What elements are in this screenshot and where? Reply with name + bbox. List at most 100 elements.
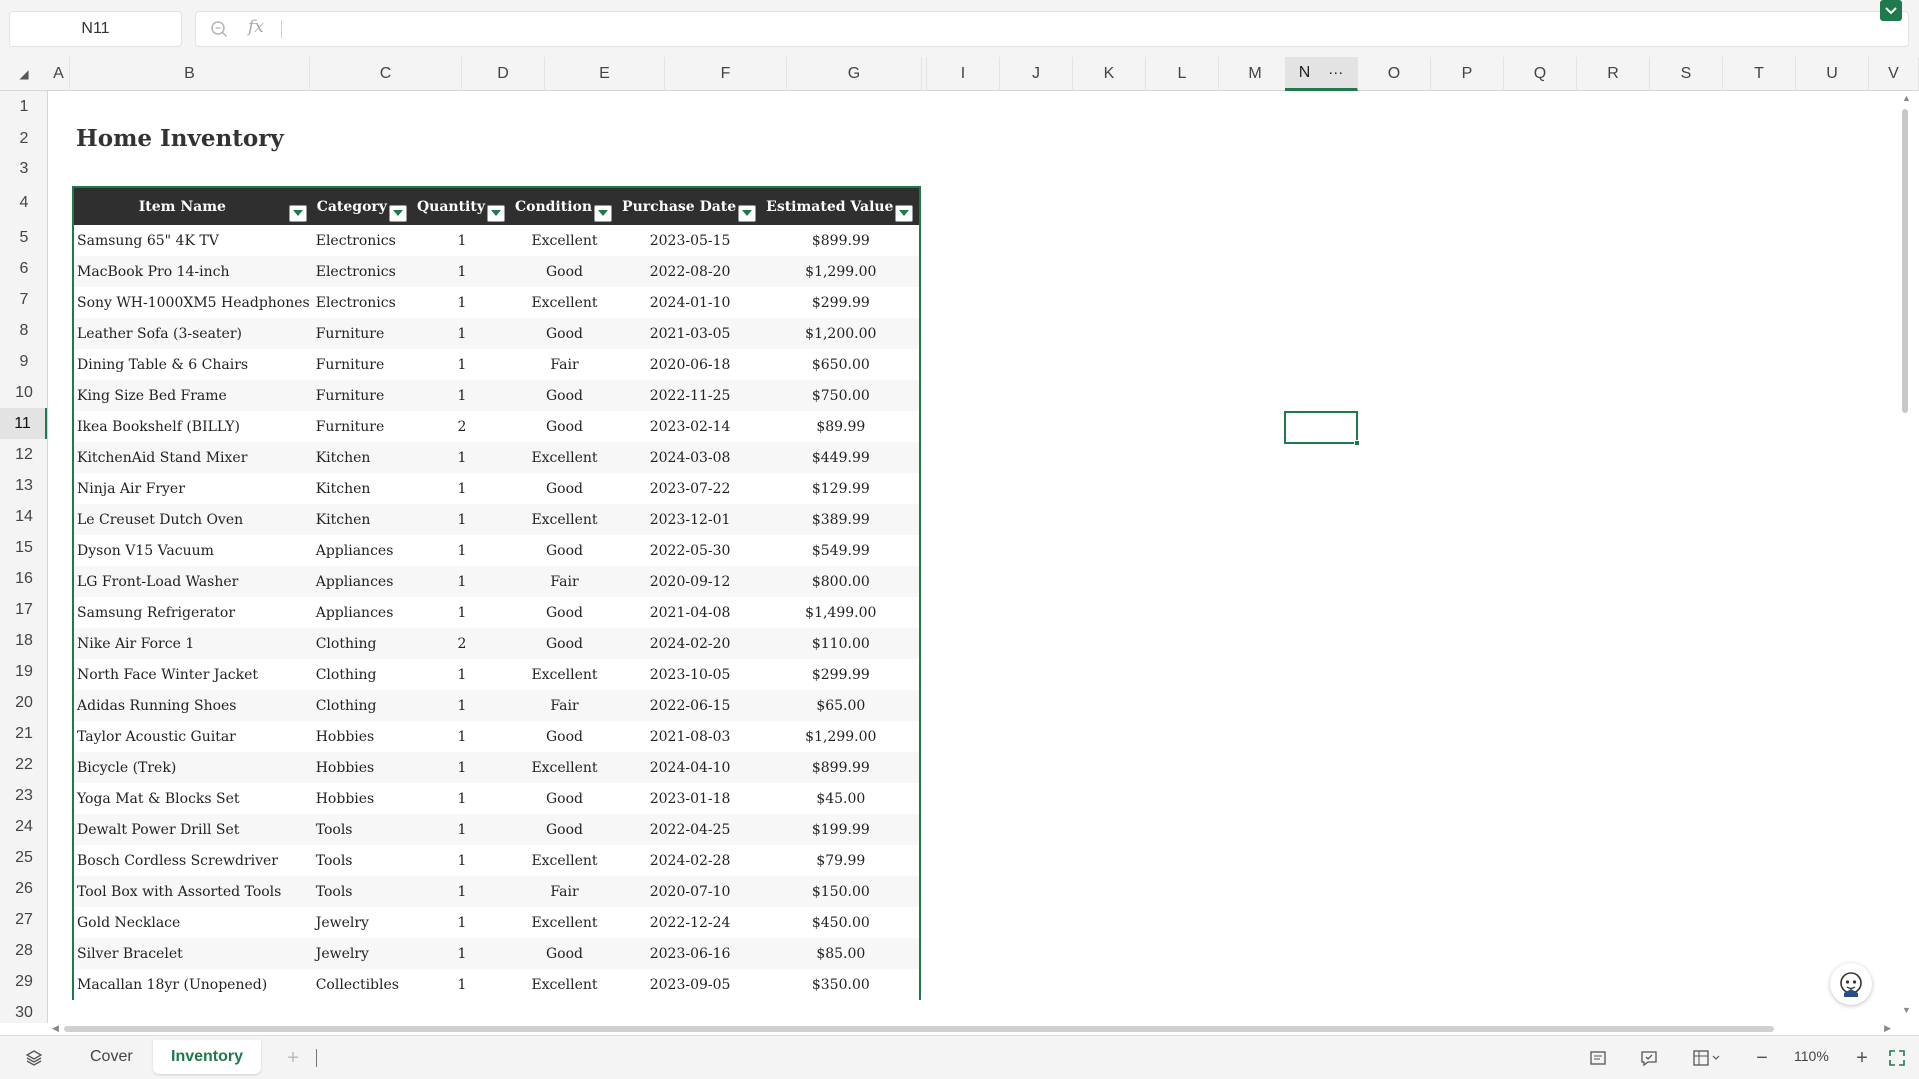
- condition-cell[interactable]: Excellent: [510, 752, 619, 783]
- row-header-10[interactable]: 10: [0, 377, 47, 408]
- purchase-date-cell[interactable]: 2023-06-16: [618, 938, 763, 969]
- condition-cell[interactable]: Good: [510, 256, 619, 287]
- category-cell[interactable]: Kitchen: [313, 473, 413, 504]
- table-row[interactable]: Tool Box with Assorted Tools Tools 1 Fair 20…: [73, 876, 921, 907]
- item-name-cell[interactable]: Samsung Refrigerator: [73, 597, 313, 628]
- quantity-cell[interactable]: 1: [412, 814, 511, 845]
- row-header-19[interactable]: 19: [0, 656, 47, 687]
- column-header-i[interactable]: I: [927, 57, 1000, 91]
- column-header-g[interactable]: G: [787, 57, 922, 91]
- row-header-17[interactable]: 17: [0, 594, 47, 625]
- purchase-date-cell[interactable]: 2020-09-12: [618, 566, 763, 597]
- condition-cell[interactable]: Good: [511, 783, 618, 814]
- table-row[interactable]: Bicycle (Trek) Hobbies 1 Excellent 2024-04-1…: [73, 752, 921, 783]
- scroll-down-icon[interactable]: ▼: [1902, 1005, 1911, 1015]
- condition-cell[interactable]: Fair: [510, 566, 619, 597]
- row-header-25[interactable]: 25: [0, 842, 47, 873]
- quantity-cell[interactable]: 1: [412, 566, 511, 597]
- condition-cell[interactable]: Good: [511, 411, 618, 442]
- row-header-3[interactable]: 3: [0, 155, 47, 183]
- freeze-icon[interactable]: [1690, 1048, 1724, 1068]
- quantity-cell[interactable]: 1: [413, 659, 511, 690]
- item-name-cell[interactable]: Yoga Mat & Blocks Set: [73, 783, 313, 814]
- condition-cell[interactable]: Good: [511, 597, 618, 628]
- condition-cell[interactable]: Excellent: [510, 442, 619, 473]
- row-header-4[interactable]: 4: [0, 183, 47, 222]
- estimated-value-cell[interactable]: $79.99: [762, 845, 920, 876]
- quantity-cell[interactable]: 1: [412, 442, 511, 473]
- row-header-30[interactable]: 30: [0, 997, 47, 1023]
- formula-input[interactable]: fx: [195, 11, 1909, 47]
- condition-cell[interactable]: Good: [511, 535, 618, 566]
- row-header-29[interactable]: 29: [0, 966, 47, 997]
- zoom-out-icon[interactable]: −: [1752, 1047, 1772, 1069]
- horizontal-scrollbar[interactable]: ◀ ▶: [48, 1023, 1895, 1035]
- estimated-value-cell[interactable]: $1,299.00: [762, 721, 920, 752]
- purchase-date-cell[interactable]: 2023-09-05: [618, 969, 762, 1000]
- column-header-l[interactable]: L: [1146, 57, 1219, 91]
- estimated-value-cell[interactable]: $350.00: [762, 969, 920, 1000]
- condition-cell[interactable]: Excellent: [511, 845, 618, 876]
- estimated-value-cell[interactable]: $800.00: [762, 566, 921, 597]
- column-header-r[interactable]: R: [1577, 57, 1650, 91]
- filter-dropdown-icon[interactable]: [288, 205, 307, 222]
- item-name-cell[interactable]: KitchenAid Stand Mixer: [73, 442, 313, 473]
- column-header-d[interactable]: D: [462, 57, 545, 91]
- item-name-cell[interactable]: Bosch Cordless Screwdriver: [73, 845, 313, 876]
- purchase-date-cell[interactable]: 2024-02-28: [618, 845, 762, 876]
- table-row[interactable]: Bosch Cordless Screwdriver Tools 1 Excellen…: [73, 845, 920, 876]
- category-cell[interactable]: Jewelry: [313, 907, 413, 938]
- estimated-value-cell[interactable]: $89.99: [762, 411, 920, 442]
- category-cell[interactable]: Kitchen: [312, 442, 413, 473]
- condition-cell[interactable]: Good: [511, 721, 618, 752]
- column-header-n[interactable]: N ···: [1285, 57, 1358, 91]
- purchase-date-cell[interactable]: 2024-01-10: [618, 287, 762, 318]
- column-header-u[interactable]: U: [1796, 57, 1869, 91]
- name-box[interactable]: N11: [9, 11, 182, 47]
- column-header-m[interactable]: M: [1219, 57, 1292, 91]
- category-cell[interactable]: Clothing: [312, 628, 413, 659]
- row-header-18[interactable]: 18: [0, 625, 47, 656]
- column-header-b[interactable]: B: [70, 57, 310, 91]
- row-header-12[interactable]: 12: [0, 439, 47, 470]
- category-cell[interactable]: Appliances: [313, 597, 413, 628]
- filter-dropdown-icon[interactable]: [895, 205, 914, 222]
- table-row[interactable]: Le Creuset Dutch Oven Kitchen 1 Excellent 20…: [73, 504, 921, 535]
- category-cell[interactable]: Clothing: [312, 690, 413, 721]
- row-header-9[interactable]: 9: [0, 346, 47, 377]
- condition-cell[interactable]: Fair: [510, 690, 619, 721]
- table-row[interactable]: Gold Necklace Jewelry 1 Excellent 2022-12-24…: [73, 907, 920, 938]
- estimated-value-cell[interactable]: $65.00: [762, 690, 921, 721]
- row-header-1[interactable]: 1: [0, 91, 47, 122]
- scroll-left-icon[interactable]: ◀: [52, 1023, 59, 1034]
- purchase-date-cell[interactable]: 2020-06-18: [618, 349, 762, 380]
- category-cell[interactable]: Furniture: [312, 318, 413, 349]
- purchase-date-cell[interactable]: 2022-12-24: [618, 907, 762, 938]
- category-cell[interactable]: Tools: [312, 814, 413, 845]
- quantity-cell[interactable]: 1: [413, 473, 511, 504]
- selected-cell-n11[interactable]: [1284, 411, 1360, 446]
- category-cell[interactable]: Hobbies: [313, 783, 413, 814]
- condition-cell[interactable]: Good: [510, 628, 619, 659]
- item-name-cell[interactable]: Samsung 65" 4K TV: [73, 225, 313, 256]
- estimated-value-cell[interactable]: $1,499.00: [762, 597, 920, 628]
- row-header-20[interactable]: 20: [0, 687, 47, 718]
- filter-dropdown-icon[interactable]: [594, 205, 613, 222]
- item-name-cell[interactable]: Adidas Running Shoes: [73, 690, 313, 721]
- estimated-value-cell[interactable]: $299.99: [762, 287, 920, 318]
- table-row[interactable]: Leather Sofa (3-seater) Furniture 1 Good 202…: [73, 318, 921, 349]
- row-header-6[interactable]: 6: [0, 253, 47, 284]
- row-header-24[interactable]: 24: [0, 811, 47, 842]
- item-name-cell[interactable]: Silver Bracelet: [73, 938, 313, 969]
- estimated-value-cell[interactable]: $899.99: [762, 225, 920, 256]
- column-header-f[interactable]: F: [665, 57, 787, 91]
- estimated-value-cell[interactable]: $299.99: [762, 659, 920, 690]
- column-header-e[interactable]: E: [545, 57, 665, 91]
- table-row[interactable]: North Face Winter Jacket Clothing 1 Excelle…: [73, 659, 920, 690]
- filter-dropdown-icon[interactable]: [388, 205, 407, 222]
- purchase-date-cell[interactable]: 2021-03-05: [618, 318, 763, 349]
- purchase-date-cell[interactable]: 2022-08-20: [618, 256, 763, 287]
- vertical-scrollbar[interactable]: ▲ ▼: [1895, 91, 1919, 1023]
- table-row[interactable]: Nike Air Force 1 Clothing 2 Good 2024-02-20 $…: [73, 628, 921, 659]
- estimated-value-cell[interactable]: $549.99: [762, 535, 920, 566]
